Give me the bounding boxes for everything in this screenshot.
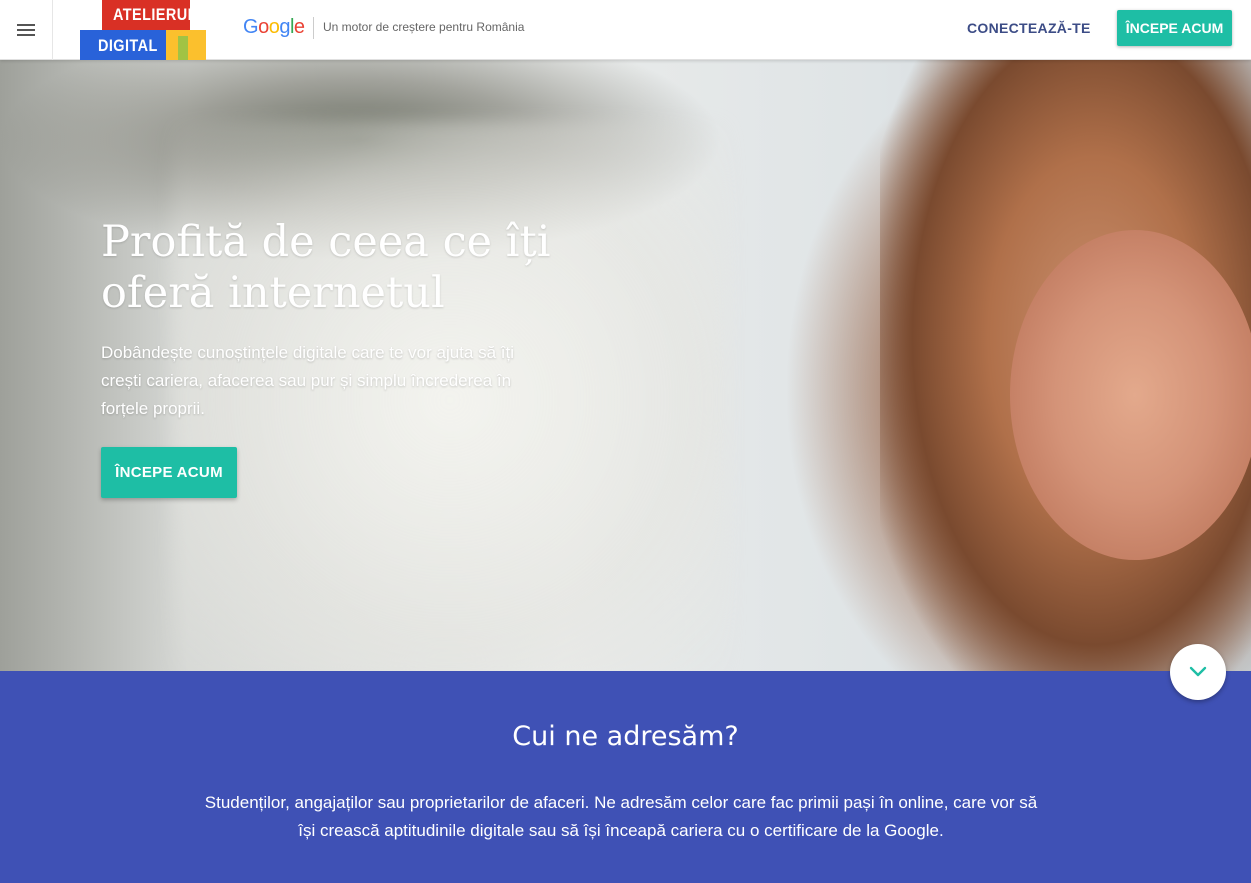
google-logo: Google xyxy=(243,16,305,38)
atelierul-digital-logo[interactable]: ATELIERUL DIGITAL xyxy=(80,0,206,60)
hero-description: Dobândește cunoștințele digitale care te… xyxy=(101,343,514,418)
menu-button[interactable] xyxy=(0,0,53,60)
hero-background-face xyxy=(1010,230,1251,560)
start-now-button-header[interactable]: ÎNCEPE ACUM xyxy=(1117,10,1232,46)
chevron-down-icon xyxy=(1189,666,1207,677)
connect-link[interactable]: CONECTEAZĂ-TE xyxy=(967,20,1091,36)
site-header: ATELIERUL DIGITAL Google Un motor de cre… xyxy=(0,0,1251,60)
audience-title: Cui ne adresăm? xyxy=(512,721,739,752)
audience-section: Cui ne adresăm? Studenților, angajaților… xyxy=(0,671,1251,883)
audience-text: Studenților, angajaților sau proprietari… xyxy=(204,793,1038,840)
hero-section: Profită de ceea ce îți oferă internetul … xyxy=(0,60,1251,671)
tagline-divider xyxy=(313,17,314,39)
start-now-button-hero[interactable]: ÎNCEPE ACUM xyxy=(101,447,237,498)
logo-line2: DIGITAL xyxy=(98,36,158,55)
tagline: Un motor de creștere pentru România xyxy=(323,20,525,34)
scroll-down-button[interactable] xyxy=(1170,644,1226,700)
hero-title: Profită de ceea ce îți oferă internetul xyxy=(101,217,551,318)
logo-line1: ATELIERUL xyxy=(113,5,197,24)
hamburger-menu-icon xyxy=(17,24,35,36)
